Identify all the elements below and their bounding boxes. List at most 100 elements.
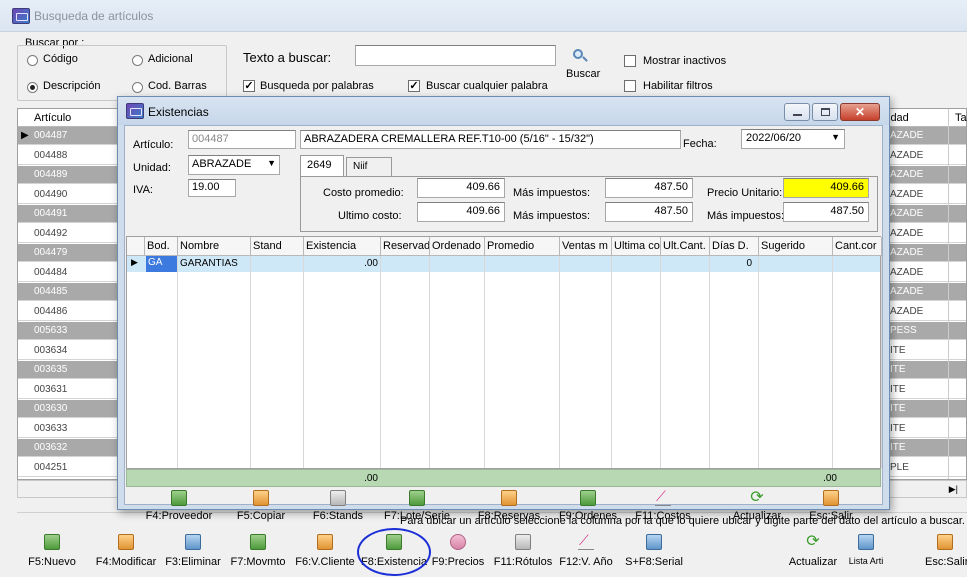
- cell-unidad[interactable]: PLE: [890, 462, 909, 473]
- dialog-button-copy[interactable]: F5:Copiar: [231, 490, 291, 526]
- col-unidad-header[interactable]: idad: [888, 112, 909, 124]
- toolbar-button-price-tag[interactable]: F9:Precios: [428, 530, 488, 576]
- minimize-button[interactable]: [784, 103, 810, 121]
- dialog-button-costs-chart[interactable]: F11:Costos: [630, 488, 696, 526]
- cell-unidad[interactable]: ITE: [890, 345, 906, 356]
- col-header[interactable]: Ult.Cant.: [661, 237, 710, 256]
- cell-articulo[interactable]: 004492: [34, 228, 67, 239]
- radio-descripcion[interactable]: [27, 82, 38, 93]
- col-header[interactable]: Bod.: [145, 237, 178, 256]
- cell-articulo[interactable]: 003631: [34, 384, 67, 395]
- cell-unidad[interactable]: ITE: [890, 423, 906, 434]
- cell-unidad[interactable]: AZADE: [890, 306, 923, 317]
- toolbar-button-refresh[interactable]: ⟳ Actualizar: [783, 530, 843, 576]
- radio-cod-barras[interactable]: [132, 82, 143, 93]
- cualquier-palabra-checkbox[interactable]: ✓: [408, 80, 420, 92]
- cell-unidad[interactable]: AZADE: [890, 130, 923, 141]
- dialog-button-lot[interactable]: F7:Lote/Serie: [378, 490, 456, 526]
- cell-unidad[interactable]: AZADE: [890, 247, 923, 258]
- stock-grid[interactable]: Bod. Nombre Stand Existencia Reservad Ordenad…: [126, 236, 882, 469]
- cell-unidad[interactable]: AZADE: [890, 169, 923, 180]
- precio-unitario-field[interactable]: 409.66: [783, 178, 869, 198]
- iva-field[interactable]: 19.00: [188, 179, 236, 197]
- cell-unidad[interactable]: ITE: [890, 364, 906, 375]
- habilitar-filtros-checkbox[interactable]: [624, 80, 636, 92]
- col-header[interactable]: Reservad: [381, 237, 430, 256]
- col-header[interactable]: Sugerido: [759, 237, 833, 256]
- cell-unidad[interactable]: AZADE: [890, 189, 923, 200]
- scroll-end-icon[interactable]: ▶|: [949, 484, 958, 495]
- unidad-select[interactable]: ABRAZADE ▼: [188, 155, 280, 175]
- toolbar-button-new[interactable]: F5:Nuevo: [18, 530, 86, 576]
- dialog-button-stands[interactable]: F6:Stands: [309, 490, 367, 526]
- dialog-button-reservations[interactable]: F8:Reservas: [469, 490, 549, 526]
- toolbar-button-calendar[interactable]: S+F8:Serial: [616, 530, 692, 576]
- col-articulo-header[interactable]: Artículo: [34, 112, 71, 124]
- cell-articulo[interactable]: 004484: [34, 267, 67, 278]
- busqueda-palabras-checkbox[interactable]: ✓: [243, 80, 255, 92]
- close-button[interactable]: ✕: [840, 103, 880, 121]
- col-header[interactable]: Ventas m: [560, 237, 612, 256]
- cell-articulo[interactable]: 003633: [34, 423, 67, 434]
- cell-unidad[interactable]: AZADE: [890, 267, 923, 278]
- radio-codigo[interactable]: [27, 55, 38, 66]
- cell-articulo[interactable]: 004488: [34, 150, 67, 161]
- toolbar-button-printer[interactable]: F11:Rótulos: [490, 530, 556, 576]
- toolbar-button-edit[interactable]: F4:Modificar: [90, 530, 162, 576]
- cell-articulo[interactable]: 003635: [34, 364, 67, 375]
- cell-articulo[interactable]: 004489: [34, 169, 67, 180]
- articulo-code-field[interactable]: 004487: [188, 130, 296, 149]
- fecha-picker[interactable]: 2022/06/20 ▼: [741, 129, 845, 149]
- articulo-description-field[interactable]: ABRAZADERA CREMALLERA REF.T10-00 (5/16" …: [300, 130, 681, 149]
- cell-unidad[interactable]: PESS: [890, 325, 917, 336]
- toolbar-button-chart[interactable]: F12:V. Año: [557, 530, 615, 576]
- search-input[interactable]: [355, 45, 556, 66]
- cell-unidad[interactable]: ITE: [890, 442, 906, 453]
- chevron-down-icon[interactable]: ▼: [267, 158, 276, 168]
- col-header[interactable]: Existencia: [304, 237, 381, 256]
- search-button[interactable]: Buscar: [566, 68, 600, 80]
- cell-articulo[interactable]: 004485: [34, 286, 67, 297]
- cell-articulo[interactable]: 004479: [34, 247, 67, 258]
- dialog-button-orders[interactable]: F9:Ordenes: [555, 490, 621, 526]
- maximize-button[interactable]: [812, 103, 838, 121]
- toolbar-button-exit[interactable]: Esc:Salir: [925, 530, 967, 576]
- col-header[interactable]: Nombre: [178, 237, 251, 256]
- col-t-header[interactable]: Ta: [955, 112, 967, 124]
- col-header[interactable]: Ultima co: [612, 237, 661, 256]
- cell-unidad[interactable]: AZADE: [890, 228, 923, 239]
- dialog-button-supplier[interactable]: F4:Proveedor: [137, 490, 221, 526]
- cell-articulo[interactable]: 004490: [34, 189, 67, 200]
- cell-articulo[interactable]: 003634: [34, 345, 67, 356]
- search-icon[interactable]: [571, 49, 591, 65]
- col-header[interactable]: Promedio: [485, 237, 560, 256]
- cell-articulo[interactable]: 005633: [34, 325, 67, 336]
- col-header[interactable]: Ordenado: [430, 237, 485, 256]
- cell-unidad[interactable]: AZADE: [890, 286, 923, 297]
- cell-unidad[interactable]: AZADE: [890, 208, 923, 219]
- costo-promedio-field[interactable]: 409.66: [417, 178, 505, 198]
- col-header[interactable]: Cant.cor: [833, 237, 882, 256]
- precio-impuestos-field[interactable]: 487.50: [783, 202, 869, 222]
- toolbar-button-movement[interactable]: F7:Movmto: [226, 530, 290, 576]
- cell-unidad[interactable]: ITE: [890, 403, 906, 414]
- cell-unidad[interactable]: ITE: [890, 384, 906, 395]
- toolbar-button-delete[interactable]: F3:Eliminar: [162, 530, 224, 576]
- cell-articulo[interactable]: 003630: [34, 403, 67, 414]
- cell-articulo[interactable]: 003632: [34, 442, 67, 453]
- cell-articulo[interactable]: 004486: [34, 306, 67, 317]
- tab-2649[interactable]: 2649: [300, 155, 344, 177]
- toolbar-button-client[interactable]: F6:V.Cliente: [291, 530, 359, 576]
- cell-articulo[interactable]: 004487: [34, 130, 67, 141]
- tab-niif[interactable]: Niif: [346, 157, 392, 177]
- dialog-button-refresh[interactable]: ⟳ Actualizar: [722, 490, 792, 526]
- cell-unidad[interactable]: AZADE: [890, 150, 923, 161]
- toolbar-button-list[interactable]: Lista Arti: [844, 530, 888, 576]
- radio-adicional[interactable]: [132, 55, 143, 66]
- ultimo-costo-impuestos-field[interactable]: 487.50: [605, 202, 693, 222]
- dialog-button-exit[interactable]: Esc:Salir: [803, 490, 859, 526]
- costo-promedio-impuestos-field[interactable]: 487.50: [605, 178, 693, 198]
- cell-articulo[interactable]: 004491: [34, 208, 67, 219]
- chevron-down-icon[interactable]: ▼: [831, 132, 840, 142]
- col-header[interactable]: Stand: [251, 237, 304, 256]
